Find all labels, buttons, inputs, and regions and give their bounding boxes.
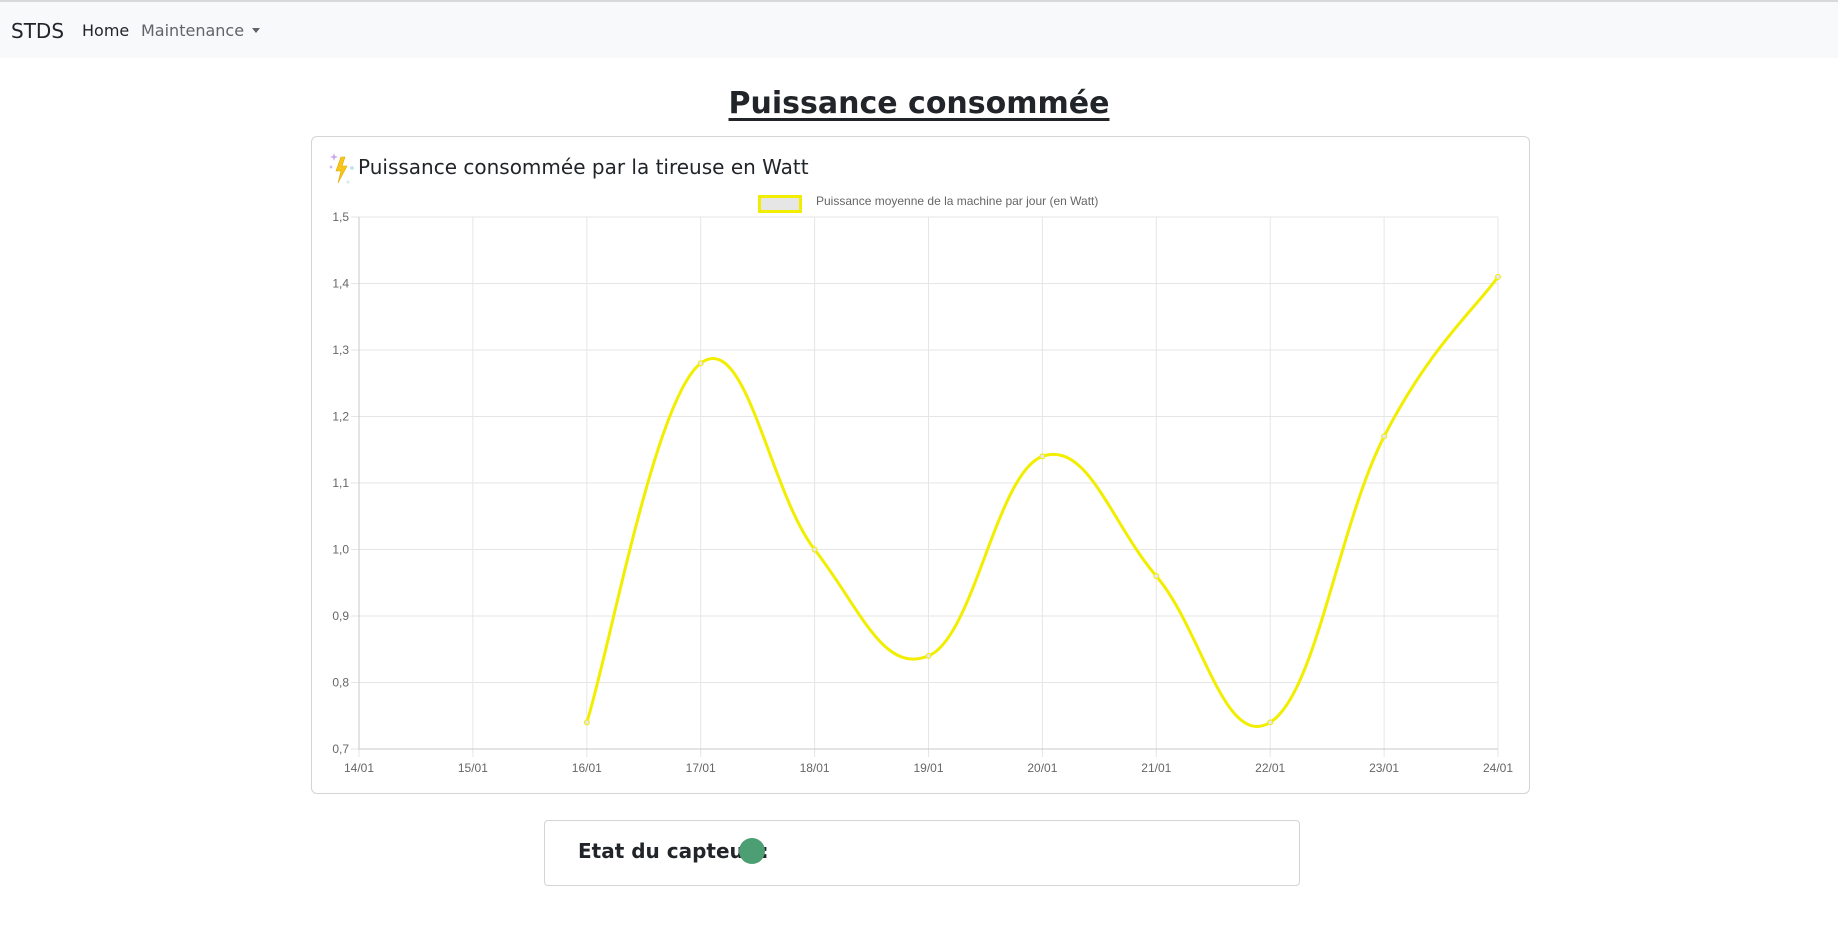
y-tick-label: 0,7 bbox=[332, 742, 349, 756]
nav-maintenance-label: Maintenance bbox=[141, 21, 245, 40]
y-tick-label: 1,1 bbox=[332, 476, 349, 490]
y-tick-label: 1,2 bbox=[332, 410, 349, 424]
y-tick-label: 0,8 bbox=[332, 676, 349, 690]
grid-lines bbox=[351, 216, 1499, 757]
chevron-down-icon bbox=[252, 28, 261, 33]
x-tick-label: 17/01 bbox=[686, 761, 716, 775]
chart-card: Puissance consommée par la tireuse en Wa… bbox=[311, 136, 1530, 794]
data-point bbox=[1153, 573, 1160, 580]
data-point bbox=[1267, 719, 1274, 726]
page-title: Puissance consommée bbox=[728, 86, 1110, 122]
sensor-card: Etat du capteur : bbox=[544, 820, 1300, 886]
data-point bbox=[1039, 453, 1046, 460]
data-point bbox=[1381, 433, 1388, 440]
x-tick-label: 15/01 bbox=[458, 761, 488, 775]
x-tick-label: 19/01 bbox=[913, 761, 943, 775]
sensor-status-indicator bbox=[739, 838, 765, 864]
y-tick-label: 1,5 bbox=[332, 210, 349, 224]
x-tick-label: 23/01 bbox=[1369, 761, 1399, 775]
brand-link[interactable]: STDS bbox=[11, 19, 64, 43]
data-point bbox=[811, 546, 818, 553]
x-tick-label: 14/01 bbox=[344, 761, 374, 775]
nav-maintenance-dropdown[interactable]: Maintenance bbox=[141, 21, 261, 40]
x-tick-label: 20/01 bbox=[1027, 761, 1057, 775]
y-tick-label: 1,0 bbox=[332, 543, 349, 557]
data-point bbox=[583, 719, 590, 726]
nav-home-link[interactable]: Home bbox=[82, 21, 129, 40]
data-point bbox=[925, 652, 932, 659]
data-point bbox=[1495, 273, 1501, 280]
y-tick-label: 1,3 bbox=[332, 343, 349, 357]
x-tick-label: 16/01 bbox=[572, 761, 602, 775]
navbar: STDS Home Maintenance bbox=[0, 2, 1838, 58]
x-tick-labels: 14/01 15/01 16/01 17/01 18/01 19/01 20/01 21/01… bbox=[344, 761, 1513, 775]
x-tick-label: 21/01 bbox=[1141, 761, 1171, 775]
y-tick-labels: 0,7 0,8 0,9 1,0 1,1 1,2 1,3 1,4 1,5 bbox=[332, 210, 349, 756]
y-tick-label: 0,9 bbox=[332, 609, 349, 623]
data-point bbox=[697, 360, 704, 367]
x-tick-label: 18/01 bbox=[800, 761, 830, 775]
line-chart: 0,7 0,8 0,9 1,0 1,1 1,2 1,3 1,4 1,5 14/01 15/01 16… bbox=[332, 210, 1513, 775]
y-tick-label: 1,4 bbox=[332, 277, 349, 291]
x-tick-label: 22/01 bbox=[1255, 761, 1285, 775]
x-tick-label: 24/01 bbox=[1483, 761, 1513, 775]
